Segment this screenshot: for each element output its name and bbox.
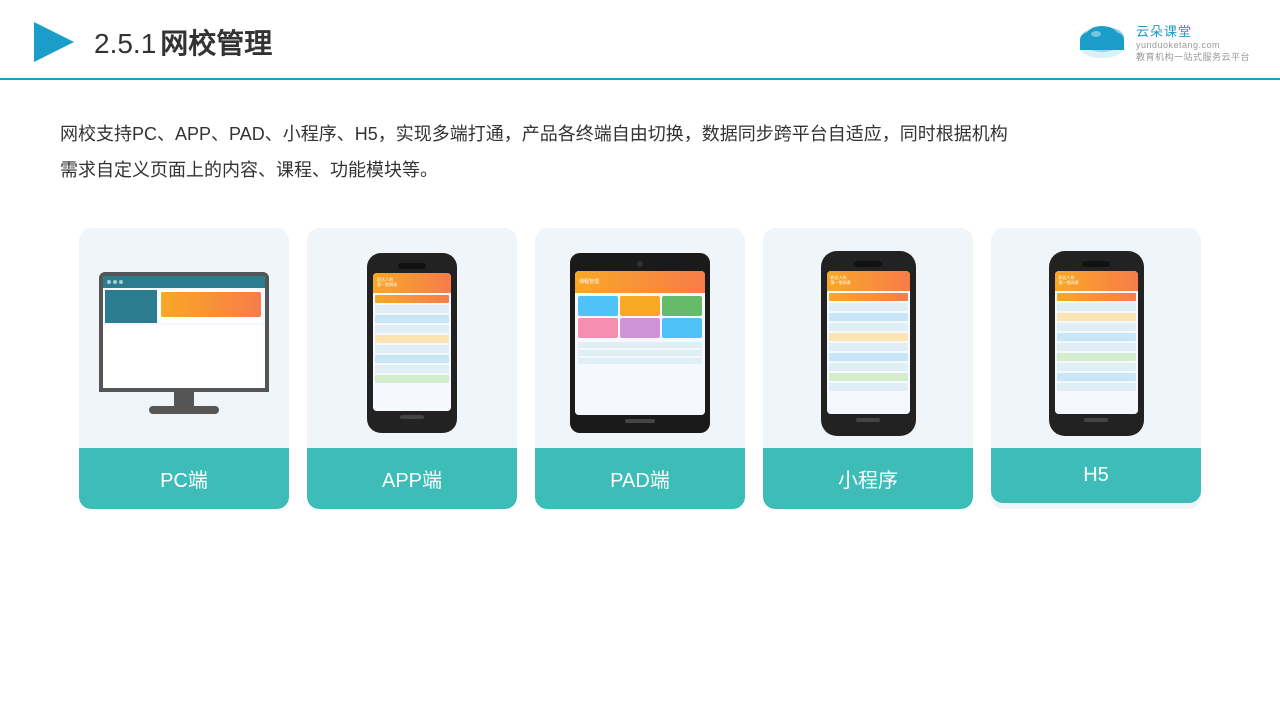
- cards-container: PC端 职达人的第一堂网课: [0, 208, 1280, 539]
- description: 网校支持PC、APP、PAD、小程序、H5，实现多端打通，产品各终端自由切换，数…: [0, 80, 1280, 208]
- card-h5-label: H5: [991, 448, 1201, 503]
- header: 2.5.1网校管理 云朵课堂 yunduoketang.com 教育机构一站式服…: [0, 0, 1280, 80]
- card-pad-image: 课程管理: [535, 228, 745, 448]
- card-app: 职达人的第一堂网课 APP端: [307, 228, 517, 509]
- card-pc: PC端: [79, 228, 289, 509]
- app-phone-icon: 职达人的第一堂网课: [367, 253, 457, 433]
- card-pc-label: PC端: [79, 448, 289, 509]
- card-pad: 课程管理: [535, 228, 745, 509]
- card-miniprogram: 职达人的第一堂网课: [763, 228, 973, 509]
- pc-monitor-icon: [94, 272, 274, 414]
- description-line2: 需求自定义页面上的内容、课程、功能模块等。: [60, 152, 1220, 188]
- card-app-label: APP端: [307, 448, 517, 509]
- cloud-logo-icon: [1072, 20, 1132, 64]
- pad-icon: 课程管理: [570, 253, 710, 433]
- play-icon: [30, 18, 78, 66]
- card-pc-image: [79, 228, 289, 448]
- card-app-image: 职达人的第一堂网课: [307, 228, 517, 448]
- card-pad-label: PAD端: [535, 448, 745, 509]
- card-h5: 职达人的第一堂网课: [991, 228, 1201, 509]
- miniprogram-phone-icon: 职达人的第一堂网课: [821, 251, 916, 436]
- h5-phone-icon: 职达人的第一堂网课: [1049, 251, 1144, 436]
- logo-text: 云朵课堂 yunduoketang.com 教育机构一站式服务云平台: [1136, 21, 1250, 63]
- logo-area: 云朵课堂 yunduoketang.com 教育机构一站式服务云平台: [1072, 20, 1250, 64]
- card-miniprogram-label: 小程序: [763, 448, 973, 509]
- description-line1: 网校支持PC、APP、PAD、小程序、H5，实现多端打通，产品各终端自由切换，数…: [60, 116, 1220, 152]
- card-h5-image: 职达人的第一堂网课: [991, 228, 1201, 448]
- page-title: 2.5.1网校管理: [94, 22, 272, 62]
- card-miniprogram-image: 职达人的第一堂网课: [763, 228, 973, 448]
- header-left: 2.5.1网校管理: [30, 18, 272, 66]
